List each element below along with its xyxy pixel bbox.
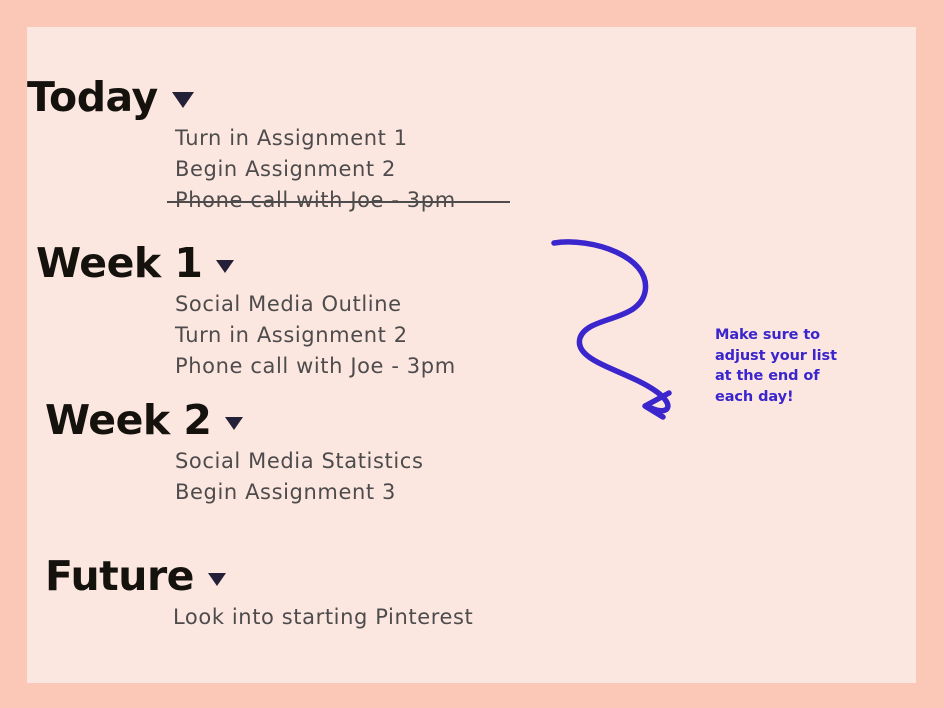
annotation-text: Make sure to adjust your list at the end…	[715, 327, 837, 405]
section-header-today[interactable]: Today	[27, 71, 547, 123]
section-title-week-2: Week 2	[45, 396, 212, 444]
item-list-week-1: Social Media Outline Turn in Assignment …	[27, 289, 547, 382]
section-today: Today Turn in Assignment 1 Begin Assignm…	[27, 71, 547, 216]
list-item[interactable]: Look into starting Pinterest	[173, 602, 547, 633]
section-header-week-1[interactable]: Week 1	[36, 237, 547, 289]
strikethrough-line	[167, 201, 510, 203]
section-title-future: Future	[45, 552, 194, 600]
item-list-today: Turn in Assignment 1 Begin Assignment 2 …	[27, 123, 547, 216]
list-item-label: Begin Assignment 2	[175, 157, 396, 181]
section-header-week-2[interactable]: Week 2	[45, 394, 547, 446]
section-title-today: Today	[27, 73, 158, 121]
list-item[interactable]: Turn in Assignment 1	[175, 123, 547, 154]
chevron-down-icon-week-2[interactable]	[225, 416, 244, 430]
list-item[interactable]: Phone call with Joe - 3pm	[175, 351, 547, 382]
section-future: Future Look into starting Pinterest	[27, 550, 547, 633]
section-header-future[interactable]: Future	[45, 550, 547, 602]
list-item-label: Look into starting Pinterest	[173, 605, 474, 629]
list-item[interactable]: Social Media Statistics	[175, 446, 547, 477]
section-week-2: Week 2 Social Media Statistics Begin Ass…	[27, 394, 547, 508]
chevron-down-icon-future[interactable]	[207, 572, 226, 586]
list-item[interactable]: Begin Assignment 2	[175, 154, 547, 185]
item-list-week-2: Social Media Statistics Begin Assignment…	[27, 446, 547, 508]
item-list-future: Look into starting Pinterest	[27, 602, 547, 633]
list-item-label: Phone call with Joe - 3pm	[175, 354, 456, 378]
list-item[interactable]: Turn in Assignment 2	[175, 320, 547, 351]
chevron-down-icon-week-1[interactable]	[216, 259, 235, 273]
list-item[interactable]: Begin Assignment 3	[175, 477, 547, 508]
list-item[interactable]: Social Media Outline	[175, 289, 547, 320]
board-panel: Today Turn in Assignment 1 Begin Assignm…	[27, 27, 916, 683]
list-item-label: Social Media Statistics	[175, 449, 424, 473]
todo-board: Today Turn in Assignment 1 Begin Assignm…	[0, 0, 944, 708]
list-item-label: Phone call with Joe - 3pm	[175, 188, 456, 212]
annotation-note: Make sure to adjust your list at the end…	[715, 325, 843, 407]
section-week-1: Week 1 Social Media Outline Turn in Assi…	[27, 237, 547, 382]
list-item-label: Turn in Assignment 1	[175, 126, 408, 150]
list-item-completed[interactable]: Phone call with Joe - 3pm	[167, 185, 547, 216]
list-item-label: Begin Assignment 3	[175, 480, 396, 504]
chevron-down-icon-today[interactable]	[171, 92, 194, 108]
curved-arrow-icon	[551, 239, 672, 420]
list-item-label: Turn in Assignment 2	[175, 323, 408, 347]
list-item-label: Social Media Outline	[175, 292, 402, 316]
section-title-week-1: Week 1	[36, 239, 203, 287]
todo-sections: Today Turn in Assignment 1 Begin Assignm…	[27, 27, 547, 683]
